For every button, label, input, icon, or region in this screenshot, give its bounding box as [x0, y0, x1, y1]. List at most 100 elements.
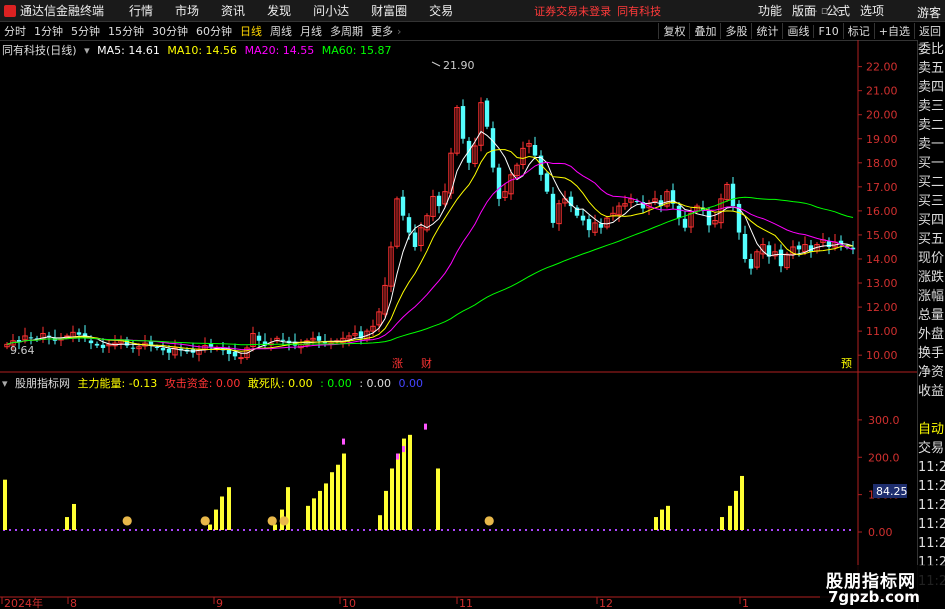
login-notice[interactable]: 证券交易未登录 [534, 3, 611, 19]
candle-body [478, 102, 484, 146]
candle-body [328, 342, 334, 345]
baseline-dot [369, 529, 371, 531]
dropdown-icon-2[interactable]: ▾ [2, 377, 8, 390]
candle-body [634, 201, 640, 203]
candle-body [754, 251, 760, 268]
candle-body [832, 241, 838, 248]
restore-button[interactable]: 复权 [658, 23, 689, 39]
multi-stock-button[interactable]: 多股 [720, 23, 751, 39]
baseline-dot [339, 529, 341, 531]
energy-bar [214, 509, 218, 530]
period-daily[interactable]: 日线 [236, 23, 266, 39]
candle-body [412, 232, 418, 247]
menu-item-trade[interactable]: 交易 [418, 2, 464, 19]
event-marker: 涨 [392, 357, 403, 370]
overlay-button[interactable]: 叠加 [689, 23, 720, 39]
money-bag-icon: ● [484, 513, 494, 527]
main-menu: 行情 市场 资讯 发现 问小达 财富圈 交易 [118, 2, 464, 19]
baseline-dot [315, 529, 317, 531]
candle-body [448, 152, 454, 194]
add-watchlist-button[interactable]: +自选 [873, 23, 914, 39]
energy-bar [336, 464, 340, 530]
candle-body [34, 338, 40, 340]
candle-body [796, 245, 802, 250]
period-intraday[interactable]: 分时 [0, 23, 30, 39]
period-60min[interactable]: 60分钟 [192, 23, 236, 39]
draw-line-button[interactable]: 画线 [782, 23, 813, 39]
candle-body [310, 337, 316, 341]
quote-panel-item: 11:29 [918, 536, 945, 551]
f10-button[interactable]: F10 [813, 24, 842, 38]
baseline-dot [657, 529, 659, 531]
menu-item-market[interactable]: 市场 [164, 2, 210, 19]
chevron-right-icon[interactable]: › [397, 25, 401, 38]
menu-item-options[interactable]: 选项 [855, 2, 889, 19]
menu-item-quotes[interactable]: 行情 [118, 2, 164, 19]
back-button[interactable]: 返回 [914, 23, 945, 39]
window-controls-icon[interactable]: — ▫ ✕ [806, 4, 841, 17]
baseline-dot [171, 529, 173, 531]
baseline-dot [147, 529, 149, 531]
baseline-dot [675, 529, 677, 531]
energy-bar [342, 453, 346, 530]
candlestick-chart[interactable]: 22.00 21.00 20.00 19.00 18.00 17.00 16.00 15.00… [0, 0, 945, 609]
energy-marker [342, 438, 345, 445]
baseline-dot [213, 529, 215, 531]
period-more[interactable]: 更多 [367, 23, 397, 39]
candle-body [472, 145, 478, 165]
dropdown-icon[interactable]: ▾ [84, 44, 90, 57]
quote-panel-item: 11:29 [918, 498, 945, 513]
candle-body [226, 349, 232, 354]
candle-body [790, 246, 796, 255]
period-30min[interactable]: 30分钟 [148, 23, 192, 39]
candle-body [232, 351, 238, 357]
candle-body [436, 195, 442, 207]
baseline-dot [9, 529, 11, 531]
menu-item-ask[interactable]: 问小达 [302, 2, 360, 19]
period-5min[interactable]: 5分钟 [67, 23, 104, 39]
baseline-dot [627, 529, 629, 531]
baseline-dot [201, 529, 203, 531]
menu-item-news[interactable]: 资讯 [210, 2, 256, 19]
candle-body [766, 245, 772, 257]
watermark-url: 7gpzb.com [828, 588, 920, 606]
baseline-dot [459, 529, 461, 531]
baseline-dot [183, 529, 185, 531]
toolbar-right: 复权 叠加 多股 统计 画线 F10 标记 +自选 返回 [658, 22, 945, 40]
candle-body [502, 191, 508, 198]
candle-body [64, 335, 70, 338]
quote-panel-item: 11:29 [918, 479, 945, 494]
period-weekly[interactable]: 周线 [266, 23, 296, 39]
candle-body [250, 333, 256, 348]
candle-body [730, 183, 736, 207]
indicator-tick-label: 200.0 [868, 451, 900, 464]
candle-body [76, 332, 82, 335]
baseline-dot [753, 529, 755, 531]
baseline-dot [291, 529, 293, 531]
mark-button[interactable]: 标记 [842, 23, 874, 39]
low-price-label: 9.64 [10, 344, 35, 357]
series6-label: 0.00 [398, 377, 424, 390]
guest-label[interactable]: 游客 [917, 4, 941, 21]
menu-item-discover[interactable]: 发现 [256, 2, 302, 19]
date-tick-label: 1 [742, 597, 749, 609]
candle-body [688, 212, 694, 228]
baseline-dot [543, 529, 545, 531]
period-multi[interactable]: 多周期 [326, 23, 367, 39]
stats-button[interactable]: 统计 [751, 23, 782, 39]
menu-item-function[interactable]: 功能 [753, 2, 787, 19]
stock-name-notice: 同有科技 [617, 4, 662, 18]
period-1min[interactable]: 1分钟 [30, 23, 67, 39]
energy-bar [402, 438, 406, 530]
event-marker: 预 [841, 357, 852, 370]
candle-body [484, 100, 490, 127]
baseline-dot [591, 529, 593, 531]
candle-body [748, 258, 754, 269]
candle-body [274, 337, 280, 342]
indicator-tick-label: 100.0 [868, 489, 900, 502]
period-monthly[interactable]: 月线 [296, 23, 326, 39]
energy-bar [734, 490, 738, 530]
period-15min[interactable]: 15分钟 [104, 23, 148, 39]
candle-body [550, 193, 556, 223]
menu-item-wealth[interactable]: 财富圈 [360, 2, 418, 19]
